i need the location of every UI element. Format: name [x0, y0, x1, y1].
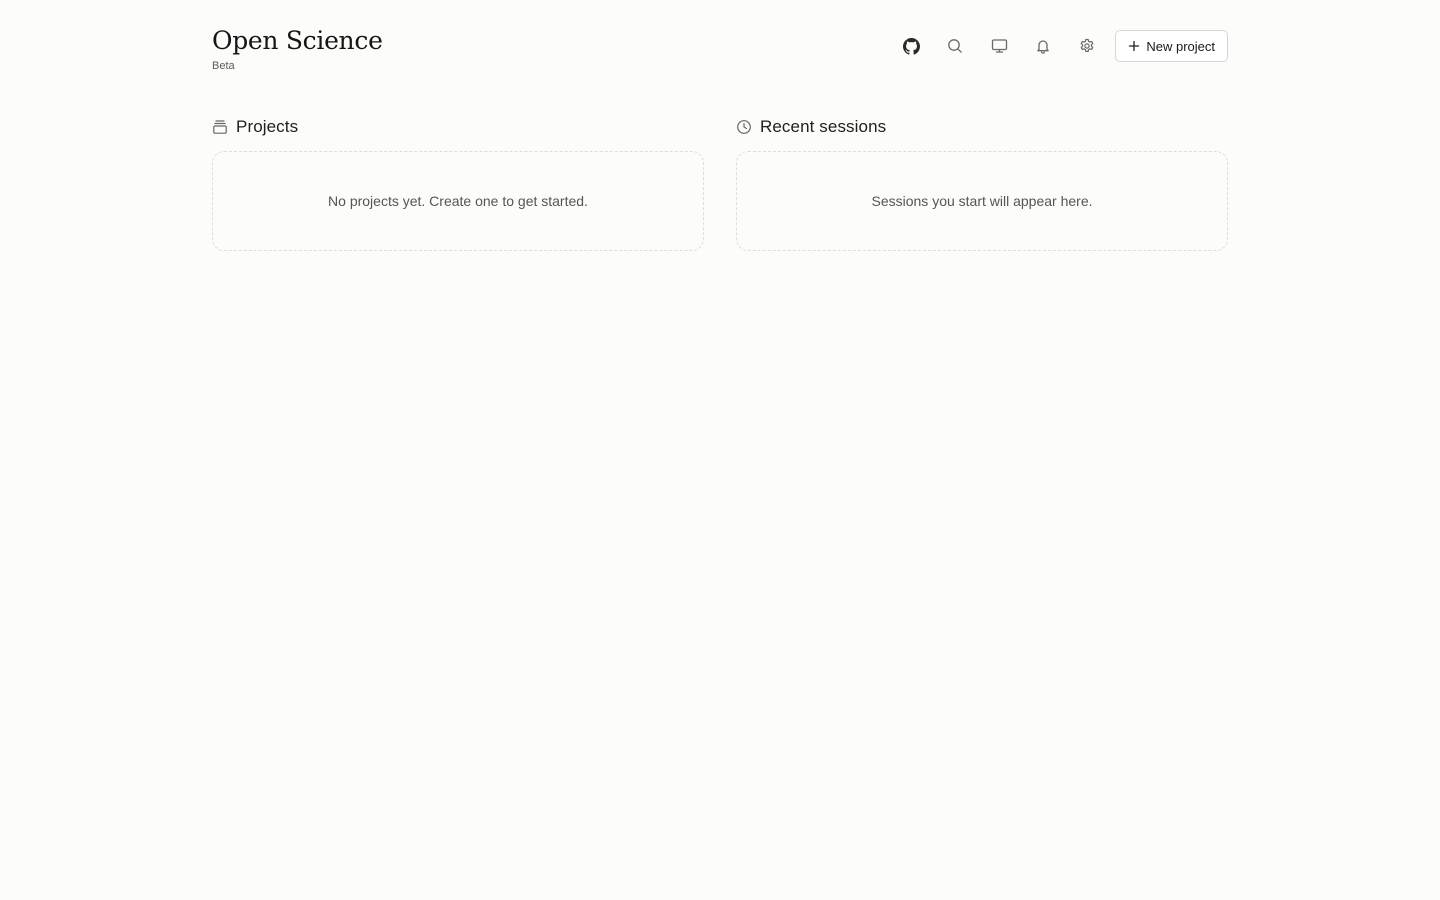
projects-section: Projects No projects yet. Create one to … — [212, 116, 704, 251]
projects-title: Projects — [236, 117, 299, 136]
github-icon — [902, 37, 920, 55]
gear-icon — [1080, 38, 1094, 52]
settings-button[interactable] — [1069, 30, 1105, 62]
app-title: Open Science — [212, 26, 383, 55]
monitor-icon — [991, 39, 1008, 53]
search-button[interactable] — [937, 30, 973, 62]
github-button[interactable] — [893, 30, 929, 62]
bell-icon — [1037, 40, 1050, 54]
notifications-button[interactable] — [1025, 30, 1061, 62]
projects-header: Projects — [212, 116, 704, 138]
plus-icon — [1128, 40, 1140, 52]
page: Open Science Beta New project Projects N… — [0, 0, 1440, 900]
app-subtitle: Beta — [212, 60, 235, 72]
recent-sessions-section: Recent sessions Sessions you start will … — [736, 116, 1228, 251]
sessions-empty-state: Sessions you start will appear here. — [736, 151, 1228, 251]
display-button[interactable] — [981, 30, 1017, 62]
header: Open Science Beta New project — [212, 26, 1228, 76]
clock-icon — [736, 119, 752, 135]
archive-icon — [212, 119, 228, 135]
toolbar: New project — [893, 30, 1228, 62]
sessions-header: Recent sessions — [736, 116, 1228, 138]
sessions-title: Recent sessions — [760, 117, 887, 136]
new-project-label: New project — [1146, 38, 1215, 54]
brand[interactable]: Open Science Beta — [212, 26, 383, 73]
projects-empty-state: No projects yet. Create one to get start… — [212, 151, 704, 251]
new-project-button[interactable]: New project — [1115, 30, 1228, 62]
search-icon — [948, 39, 963, 53]
